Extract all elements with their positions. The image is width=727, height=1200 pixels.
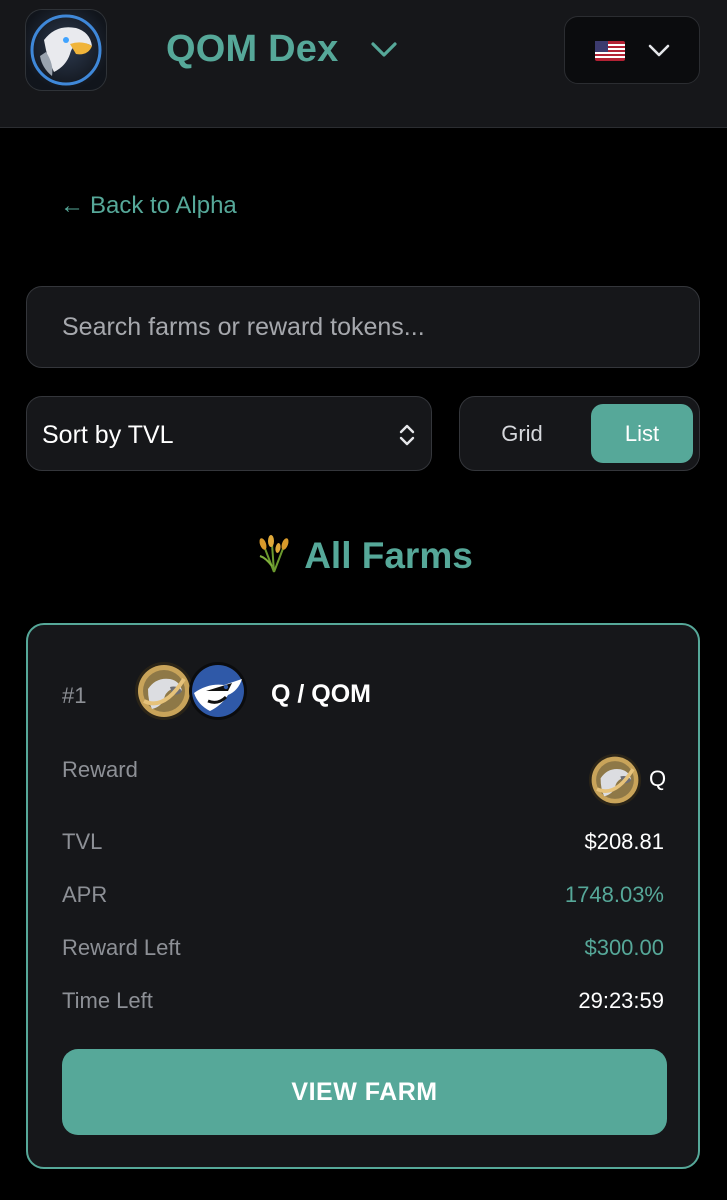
apr-value: 1748.03% — [564, 882, 664, 907]
view-toggle: Grid List — [459, 396, 700, 471]
app-title[interactable]: QOM Dex — [166, 28, 338, 71]
view-farm-button[interactable]: VIEW FARM — [62, 1049, 667, 1135]
list-view-button[interactable]: List — [591, 404, 693, 463]
search-input[interactable] — [27, 287, 699, 367]
section-title: All Farms — [304, 535, 473, 576]
chevron-down-icon — [647, 43, 671, 64]
reward-left-value: $300.00 — [584, 935, 664, 960]
qom-token-icon — [188, 661, 248, 726]
select-updown-icon — [397, 423, 417, 452]
grid-view-button[interactable]: Grid — [466, 404, 578, 463]
sort-select[interactable]: Sort by TVL — [26, 396, 432, 471]
search-box[interactable] — [26, 286, 700, 368]
time-left-value: 29:23:59 — [578, 988, 664, 1013]
sort-selected-value: Sort by TVL — [42, 421, 174, 449]
back-link-label: Back to Alpha — [90, 192, 237, 219]
reward-token-name: Q — [649, 766, 667, 791]
rice-sheaf-icon — [254, 532, 296, 583]
language-selector[interactable] — [564, 16, 700, 84]
tvl-label: TVL — [62, 829, 103, 854]
section-heading: All Farms — [0, 532, 727, 583]
arrow-left-icon: ← — [60, 192, 84, 219]
top-header: QOM Dex — [0, 0, 727, 128]
tvl-value: $208.81 — [584, 829, 664, 854]
back-to-alpha-link[interactable]: ← Back to Alpha — [60, 192, 237, 220]
apr-label: APR — [62, 882, 108, 907]
chevron-down-icon[interactable] — [370, 40, 398, 65]
us-flag-icon — [595, 41, 625, 66]
reward-left-label: Reward Left — [62, 935, 181, 960]
q-token-icon — [588, 753, 642, 812]
q-token-icon — [134, 661, 194, 726]
time-left-label: Time Left — [62, 988, 153, 1013]
farm-pair-name: Q / QOM — [271, 680, 371, 708]
reward-label: Reward — [62, 757, 138, 782]
farm-card: #1 Q / QOM Reward Q TVL $208.81 APR 1748… — [26, 623, 700, 1169]
eagle-logo-icon[interactable] — [26, 10, 106, 90]
farm-rank: #1 — [62, 683, 87, 708]
